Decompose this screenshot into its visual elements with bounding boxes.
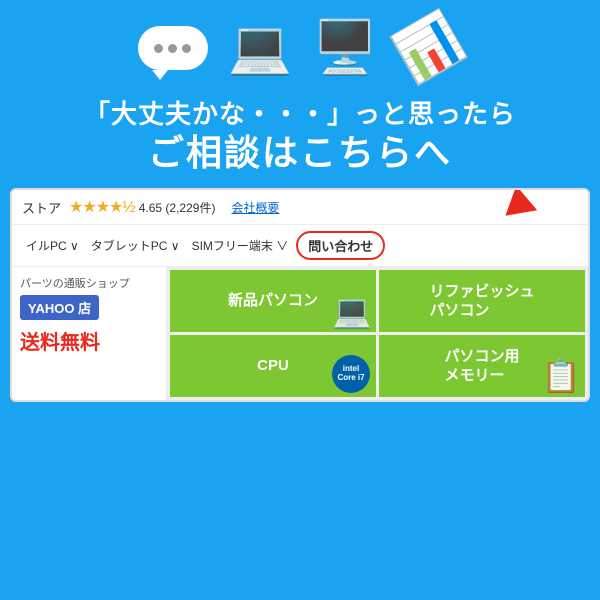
tower-icon: 🖥️ <box>313 22 378 74</box>
red-arrow-icon <box>505 188 542 225</box>
headline-area: 「大丈夫かな・・・」っと思ったら ご相談はこちらへ <box>84 94 516 174</box>
speech-bubble <box>138 26 208 70</box>
laptop-cell-icon: 💻 <box>332 292 372 330</box>
grid-cell-cpu[interactable]: CPU intelCore i7 <box>170 335 376 397</box>
main-container: 💻 🖥️ 📊 「大丈夫かな・・・」っと思ったら ご相談はこちらへ ストア ★★★… <box>0 0 600 600</box>
nav-item-tablet[interactable]: タブレットPC ∨ <box>87 235 184 256</box>
intel-text: intelCore i7 <box>337 365 364 383</box>
dot-1 <box>154 44 163 53</box>
rating-text: 4.65 (2,229件) <box>139 199 216 216</box>
grid-cell-new-pc[interactable]: 新品パソコン 💻 <box>170 270 376 332</box>
memory-cell-icon: 📋 <box>541 357 581 395</box>
content-area: パーツの通販ショップ YAHOO 店 送料無料 新品パソコン 💻 リファビッシュ… <box>12 267 588 400</box>
dot-2 <box>168 44 177 53</box>
store-label: ストア <box>22 198 61 217</box>
laptop-icon: 💻 <box>228 22 293 74</box>
icons-row: 💻 🖥️ 📊 <box>138 0 462 84</box>
company-link[interactable]: 会社概要 <box>231 199 279 216</box>
headline-line1: 「大丈夫かな・・・」っと思ったら <box>84 94 516 131</box>
headline-line2: ご相談はこちらへ <box>84 131 516 174</box>
grid-cell-memory[interactable]: パソコン用メモリー 📋 <box>379 335 585 397</box>
nav-label-sim: SIMフリー端末 ∨ <box>192 237 289 254</box>
store-row: ストア ★★★★½ 4.65 (2,229件) 会社概要 <box>12 190 588 225</box>
ram-icon: 📊 <box>389 9 471 86</box>
shop-label: パーツの通販ショップ <box>20 275 158 291</box>
nav-item-sim[interactable]: SIMフリー端末 ∨ <box>188 235 293 256</box>
left-sidebar: パーツの通販ショップ YAHOO 店 送料無料 <box>12 267 167 400</box>
intel-badge: intelCore i7 <box>332 355 370 393</box>
nav-item-mobile[interactable]: イルPC ∨ <box>22 235 83 256</box>
arrow-container <box>510 190 538 225</box>
cell-label-refurb: リファビッシュパソコン <box>429 282 534 321</box>
nav-label-tablet: タブレットPC ∨ <box>91 237 180 254</box>
cell-label-memory: パソコン用メモリー <box>444 347 519 386</box>
nav-item-contact[interactable]: 問い合わせ <box>296 231 385 260</box>
dot-3 <box>182 44 191 53</box>
nav-row: イルPC ∨ タブレットPC ∨ SIMフリー端末 ∨ 問い合わせ <box>12 225 588 267</box>
yahoo-badge: YAHOO 店 <box>20 295 99 320</box>
product-grid: 新品パソコン 💻 リファビッシュパソコン CPU intelCore i7 パソ… <box>167 267 588 400</box>
cell-label-new-pc: 新品パソコン <box>228 291 318 311</box>
cell-label-cpu: CPU <box>257 356 289 376</box>
nav-label-mobile: イルPC ∨ <box>26 237 79 254</box>
speech-dots <box>154 44 191 53</box>
grid-cell-refurb[interactable]: リファビッシュパソコン <box>379 270 585 332</box>
free-shipping: 送料無料 <box>20 326 158 355</box>
screenshot-box: ストア ★★★★½ 4.65 (2,229件) 会社概要 イルPC ∨ タブレッ… <box>10 188 590 402</box>
stars: ★★★★½ <box>69 197 135 217</box>
